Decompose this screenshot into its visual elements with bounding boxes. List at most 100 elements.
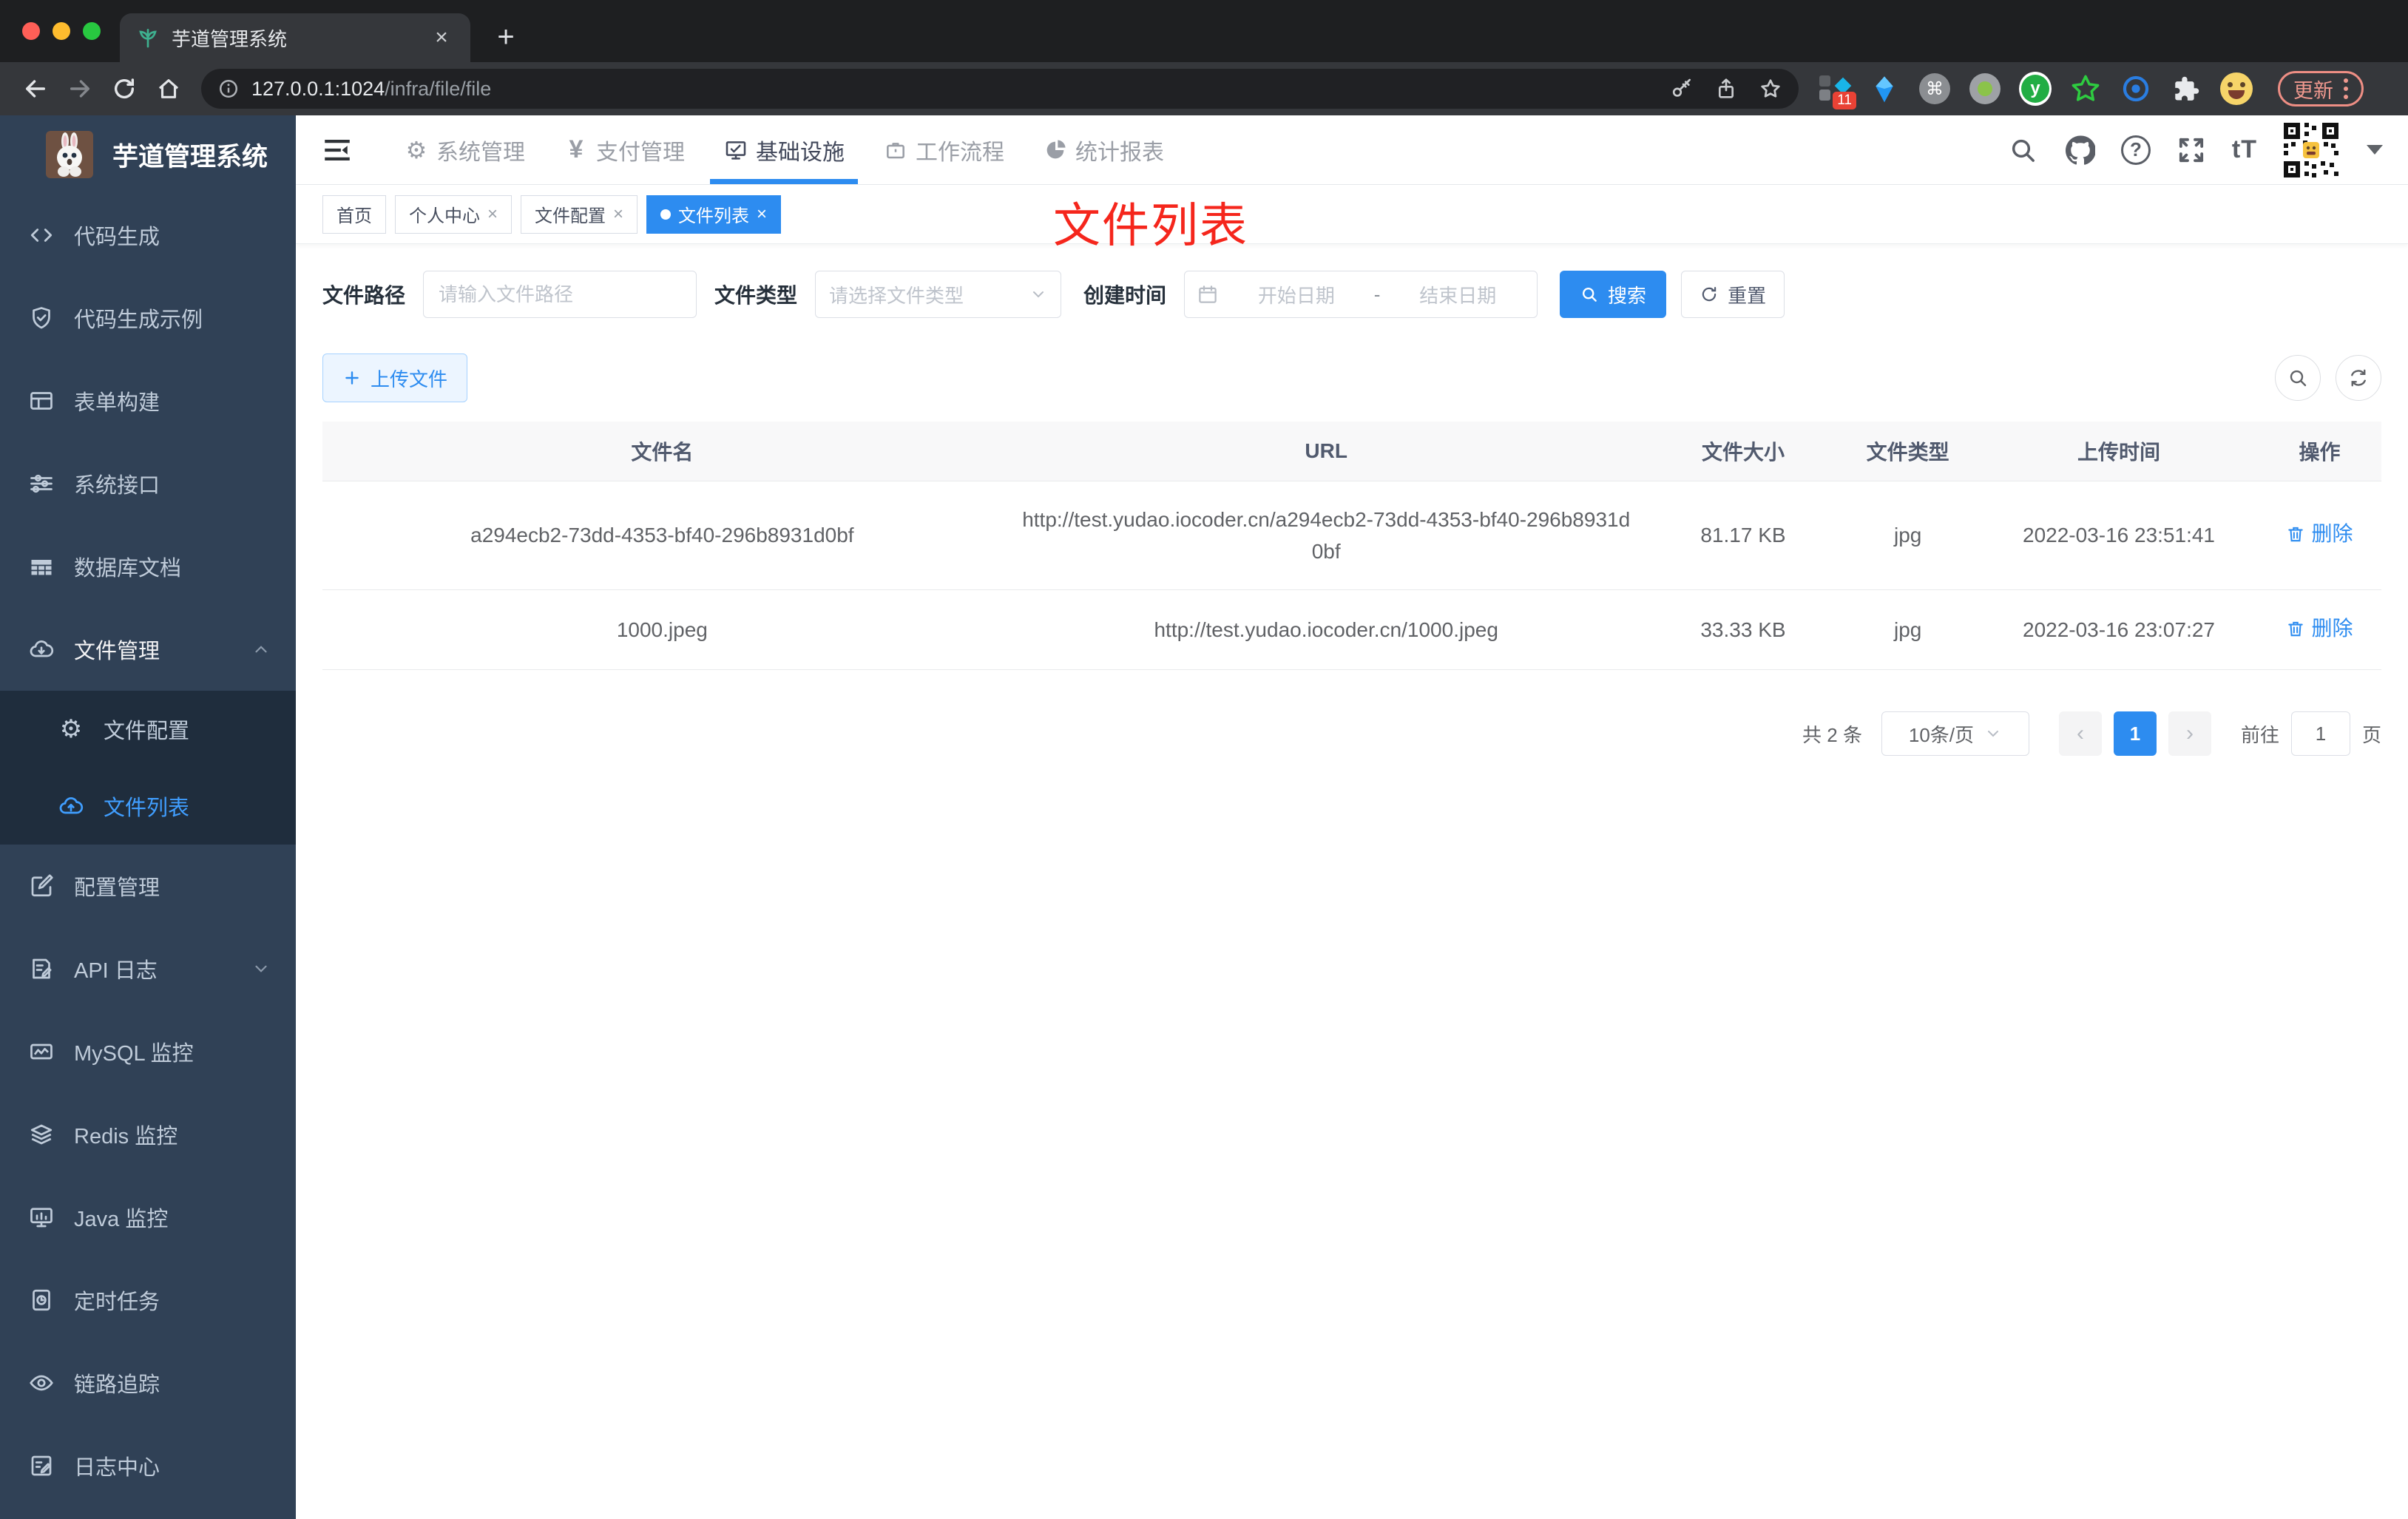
table-row: a294ecb2-73dd-4353-bf40-296b8931d0bf htt… (322, 481, 2381, 591)
url-bar[interactable]: 127.0.0.1:1024/infra/file/file (201, 69, 1799, 109)
sidebar-item-trace[interactable]: 链路追踪 (0, 1342, 296, 1424)
share-icon[interactable] (1714, 77, 1738, 101)
page-unit-label: 页 (2361, 723, 2381, 746)
sidebar-item-code-gen[interactable]: 代码生成 (0, 194, 296, 277)
sidebar-item-mysql-monitor[interactable]: MySQL 监控 (0, 1010, 296, 1093)
col-file-size: 文件大小 (1650, 422, 1836, 481)
fullscreen-icon[interactable] (2174, 133, 2208, 167)
prev-page-button[interactable] (2058, 711, 2102, 757)
sidebar-item-code-gen-demo[interactable]: 代码生成示例 (0, 277, 296, 359)
tag-file-list[interactable]: 文件列表 (646, 194, 782, 234)
java-monitor-icon (28, 1204, 55, 1231)
end-date-placeholder[interactable]: 结束日期 (1390, 281, 1525, 308)
tab-infrastructure[interactable]: 基础设施 (704, 115, 864, 184)
new-tab-button[interactable] (488, 19, 524, 55)
table-tools (2275, 355, 2381, 401)
forward-icon[interactable] (61, 70, 99, 108)
delete-button[interactable]: 删除 (2286, 612, 2353, 644)
tab-system-management[interactable]: 系统管理 (385, 115, 544, 184)
sidebar-item-api-log[interactable]: API 日志 (0, 927, 296, 1010)
tag-file-config[interactable]: 文件配置 (521, 194, 638, 234)
total-count: 共 2 条 (1802, 723, 1862, 746)
tab-payment-management[interactable]: 支付管理 (544, 115, 704, 184)
file-path-label: 文件路径 (322, 284, 406, 307)
extension-y-icon[interactable] (2019, 72, 2052, 106)
current-page[interactable]: 1 (2113, 711, 2157, 757)
extension-eye-icon[interactable] (2120, 72, 2152, 105)
col-url: URL (1001, 422, 1651, 481)
zoom-window-button[interactable] (83, 22, 101, 40)
file-path-input[interactable] (423, 271, 697, 318)
close-window-button[interactable] (22, 22, 40, 40)
sidebar-item-scheduled-tasks[interactable]: 定时任务 (0, 1259, 296, 1342)
sidebar-item-log-center[interactable]: 日志中心 (0, 1424, 296, 1507)
sidebar-item-form-builder[interactable]: 表单构建 (0, 359, 296, 442)
start-date-placeholder[interactable]: 开始日期 (1229, 281, 1364, 308)
close-tag-icon[interactable] (613, 204, 623, 225)
search-button[interactable]: 搜索 (1560, 271, 1667, 318)
trash-icon (2288, 527, 2304, 542)
app: 芋道管理系统 代码生成 代码生成示例 表单构建 系统接口 数据库文档 文件管理 … (0, 115, 2408, 1519)
delete-button[interactable]: 删除 (2286, 518, 2353, 549)
upload-file-button[interactable]: 上传文件 (322, 353, 468, 402)
navbar-actions (2006, 119, 2383, 180)
sidebar-item-redis-monitor[interactable]: Redis 监控 (0, 1093, 296, 1176)
extensions-row: 11 更新 (1818, 71, 2364, 109)
close-tab-icon[interactable] (429, 25, 454, 50)
cell-url: http://test.yudao.iocoder.cn/1000.jpeg (1001, 589, 1651, 671)
site-info-icon[interactable] (217, 78, 240, 100)
goto-page-input[interactable] (2290, 711, 2350, 757)
close-tag-icon[interactable] (487, 204, 498, 225)
sidebar-item-file-list[interactable]: 文件列表 (0, 768, 296, 845)
home-icon[interactable] (149, 70, 188, 108)
font-size-icon[interactable] (2232, 135, 2257, 164)
extension-star-icon[interactable] (2069, 72, 2102, 105)
sidebar-item-java-monitor[interactable]: Java 监控 (0, 1176, 296, 1259)
tab-reports[interactable]: 统计报表 (1024, 115, 1183, 184)
password-key-icon[interactable] (1670, 77, 1694, 101)
next-page-button[interactable] (2168, 711, 2211, 757)
sidebar-item-file-config[interactable]: 文件配置 (0, 691, 296, 768)
github-icon[interactable] (2063, 133, 2097, 167)
page-size-select[interactable]: 10条/页 (1881, 711, 2029, 757)
sidebar-item-system-api[interactable]: 系统接口 (0, 442, 296, 525)
browser-update-chip[interactable]: 更新 (2278, 71, 2364, 106)
bookmark-star-icon[interactable] (1759, 77, 1782, 101)
tag-profile[interactable]: 个人中心 (395, 194, 513, 234)
browser-tab[interactable]: 芋道管理系统 (120, 13, 470, 62)
shield-check-icon (28, 305, 55, 331)
date-range-picker[interactable]: 开始日期 - 结束日期 (1184, 271, 1538, 318)
extension-record-icon[interactable] (1969, 72, 2001, 105)
api-log-icon (28, 955, 55, 982)
back-icon[interactable] (16, 70, 55, 108)
red-annotation: 文件列表 (1053, 199, 1248, 252)
extensions-puzzle-icon[interactable] (2170, 72, 2202, 105)
sidebar-item-file-management[interactable]: 文件管理 (0, 608, 296, 691)
minimize-window-button[interactable] (53, 22, 70, 40)
reload-icon[interactable] (105, 70, 143, 108)
close-tag-icon[interactable] (757, 204, 767, 225)
tag-home[interactable]: 首页 (322, 194, 386, 234)
help-icon[interactable] (2120, 135, 2151, 165)
extension-command-icon[interactable] (1918, 72, 1951, 105)
log-center-icon (28, 1452, 55, 1479)
browser-menu-icon[interactable] (2344, 78, 2348, 99)
url-host: 127.0.0.1:1024 (251, 77, 385, 100)
collapse-sidebar-icon[interactable] (321, 134, 354, 166)
sidebar-item-config-management[interactable]: 配置管理 (0, 845, 296, 927)
refresh-table-button[interactable] (2336, 355, 2381, 401)
pagination: 共 2 条 10条/页 1 前往 页 (322, 711, 2381, 757)
extension-kite-icon[interactable] (1868, 72, 1901, 105)
sidebar-item-db-doc[interactable]: 数据库文档 (0, 525, 296, 608)
tags-bar: 首页 个人中心 文件配置 文件列表 文件列表 (296, 185, 2408, 252)
toggle-search-button[interactable] (2275, 355, 2321, 401)
extension-shapes-icon[interactable]: 11 (1818, 72, 1856, 109)
user-avatar-qr[interactable] (2281, 119, 2341, 180)
avatar-caret-icon[interactable] (2367, 145, 2383, 155)
file-type-select[interactable]: 请选择文件类型 (815, 271, 1062, 318)
tab-workflow[interactable]: 工作流程 (864, 115, 1024, 184)
search-icon[interactable] (2006, 133, 2040, 167)
profile-avatar-icon[interactable] (2220, 72, 2253, 105)
browser-toolbar: 127.0.0.1:1024/infra/file/file 11 ⌘ y 更新 (0, 62, 2408, 115)
reset-button[interactable]: 重置 (1681, 271, 1785, 318)
